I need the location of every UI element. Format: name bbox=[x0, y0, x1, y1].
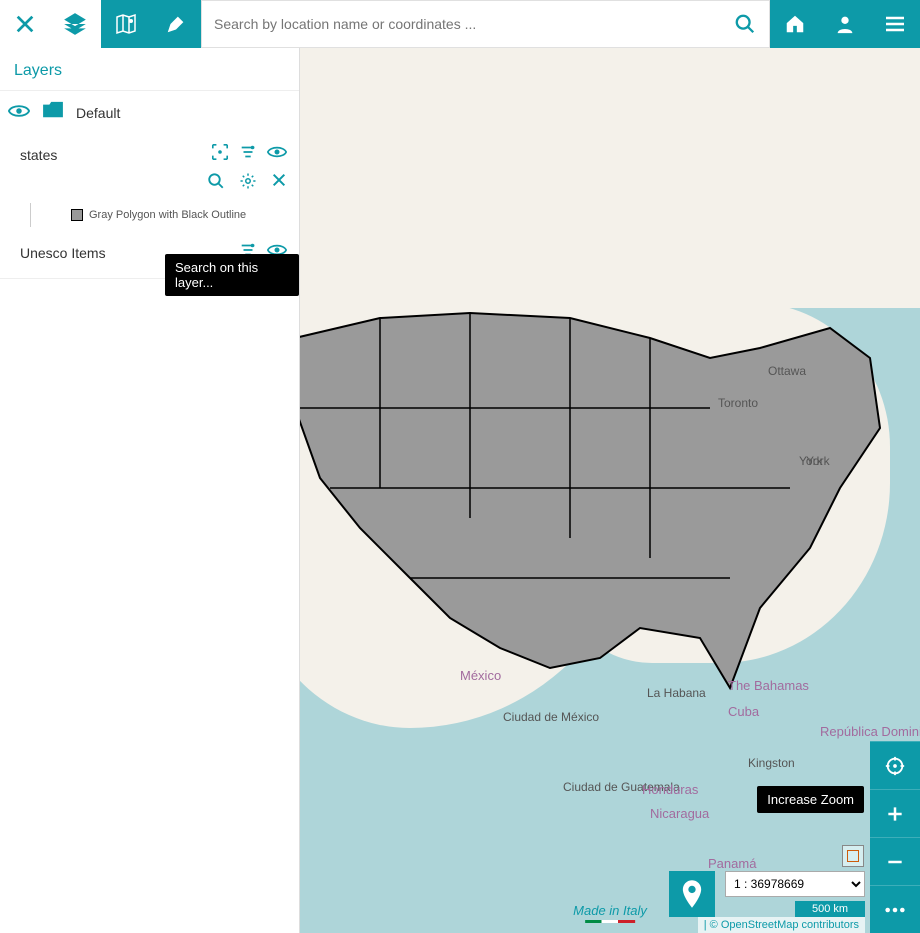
settings-icon[interactable] bbox=[239, 172, 257, 195]
search-button[interactable] bbox=[721, 0, 769, 48]
user-icon bbox=[834, 13, 856, 35]
layers-panel: Layers Default states bbox=[0, 48, 300, 933]
map-label-ciudad: Ciudad de México bbox=[503, 710, 599, 724]
italy-flag-icon bbox=[585, 920, 635, 923]
layer-search-icon[interactable] bbox=[207, 172, 225, 195]
eye-icon[interactable] bbox=[8, 102, 30, 125]
scale-select[interactable]: 1 : 36978669 bbox=[725, 871, 865, 897]
group-label: Default bbox=[76, 105, 120, 121]
map-label-cuba: Cuba bbox=[728, 704, 759, 719]
layer-tools-secondary bbox=[0, 170, 299, 203]
zoom-out-button[interactable] bbox=[870, 837, 920, 885]
search-box bbox=[201, 0, 770, 48]
remove-layer-icon[interactable] bbox=[271, 172, 287, 195]
folder-icon[interactable] bbox=[42, 101, 64, 125]
map-label-panama: Panamá bbox=[708, 856, 756, 871]
layer-name: Unesco Items bbox=[20, 245, 106, 261]
legend-row: Gray Polygon with Black Outline bbox=[30, 203, 299, 227]
home-button[interactable] bbox=[770, 0, 820, 48]
tooltip-search-layer: Search on this layer... bbox=[165, 254, 299, 296]
layers-button[interactable] bbox=[50, 0, 100, 48]
map-label-nicaragua: Nicaragua bbox=[650, 806, 709, 821]
states-layer-overlay bbox=[300, 288, 890, 718]
map-label-kingston: Kingston bbox=[748, 756, 795, 770]
made-in-italy: Made in Italy bbox=[573, 903, 647, 923]
search-input[interactable] bbox=[202, 16, 721, 32]
legend-swatch bbox=[71, 209, 83, 221]
hamburger-icon bbox=[883, 12, 907, 36]
filter-icon[interactable] bbox=[239, 143, 257, 166]
map-label-honduras: Honduras bbox=[642, 782, 698, 797]
visibility-icon[interactable] bbox=[267, 143, 287, 166]
layers-icon bbox=[62, 11, 88, 37]
home-icon bbox=[784, 13, 806, 35]
attribution: | © OpenStreetMap contributors bbox=[698, 917, 865, 933]
locate-button[interactable] bbox=[669, 871, 715, 917]
map-label-mexico: México bbox=[460, 668, 501, 683]
close-icon bbox=[14, 13, 36, 35]
scale-panel: 1 : 36978669 500 km bbox=[725, 871, 865, 917]
fullscreen-button[interactable] bbox=[870, 741, 920, 789]
zoom-panel bbox=[870, 741, 920, 933]
layer-row-states[interactable]: states bbox=[0, 135, 299, 170]
legend-label: Gray Polygon with Black Outline bbox=[89, 209, 246, 221]
plus-icon bbox=[885, 804, 905, 824]
crosshair-icon bbox=[884, 755, 906, 777]
map-label-dominicana: República Dominicana bbox=[820, 724, 920, 740]
map-label-bahamas: The Bahamas bbox=[728, 678, 809, 693]
zoom-in-button[interactable] bbox=[870, 789, 920, 837]
panel-title: Layers bbox=[0, 48, 299, 90]
draw-button[interactable] bbox=[151, 0, 201, 48]
layer-group-row[interactable]: Default bbox=[0, 91, 299, 135]
search-icon bbox=[734, 13, 756, 35]
map-label-toronto: Toronto bbox=[718, 396, 758, 410]
map-label-york2: York bbox=[806, 454, 830, 468]
close-panel-button[interactable] bbox=[0, 0, 50, 48]
pin-icon bbox=[681, 880, 703, 908]
map-canvas[interactable]: Ottawa Toronto York York México Ciudad d… bbox=[300, 48, 920, 933]
map-label-ottawa: Ottawa bbox=[768, 364, 806, 378]
pen-icon bbox=[165, 13, 187, 35]
tooltip-zoom: Increase Zoom bbox=[757, 786, 864, 813]
basemap-button[interactable] bbox=[101, 0, 151, 48]
layers-section: Default states bbox=[0, 90, 299, 279]
toolbar-right bbox=[770, 0, 920, 48]
zoom-to-layer-icon[interactable] bbox=[211, 143, 229, 166]
top-toolbar bbox=[0, 0, 920, 48]
layer-name: states bbox=[20, 147, 57, 163]
map-icon bbox=[114, 12, 138, 36]
user-button[interactable] bbox=[820, 0, 870, 48]
overview-map-button[interactable] bbox=[842, 845, 864, 867]
more-tools-button[interactable] bbox=[870, 885, 920, 933]
map-label-habana: La Habana bbox=[647, 686, 706, 700]
toolbar-left bbox=[0, 0, 100, 48]
dots-icon bbox=[884, 906, 906, 914]
menu-button[interactable] bbox=[870, 0, 920, 48]
minus-icon bbox=[885, 852, 905, 872]
scale-bar: 500 km bbox=[795, 901, 865, 917]
layer-tools bbox=[211, 143, 287, 166]
